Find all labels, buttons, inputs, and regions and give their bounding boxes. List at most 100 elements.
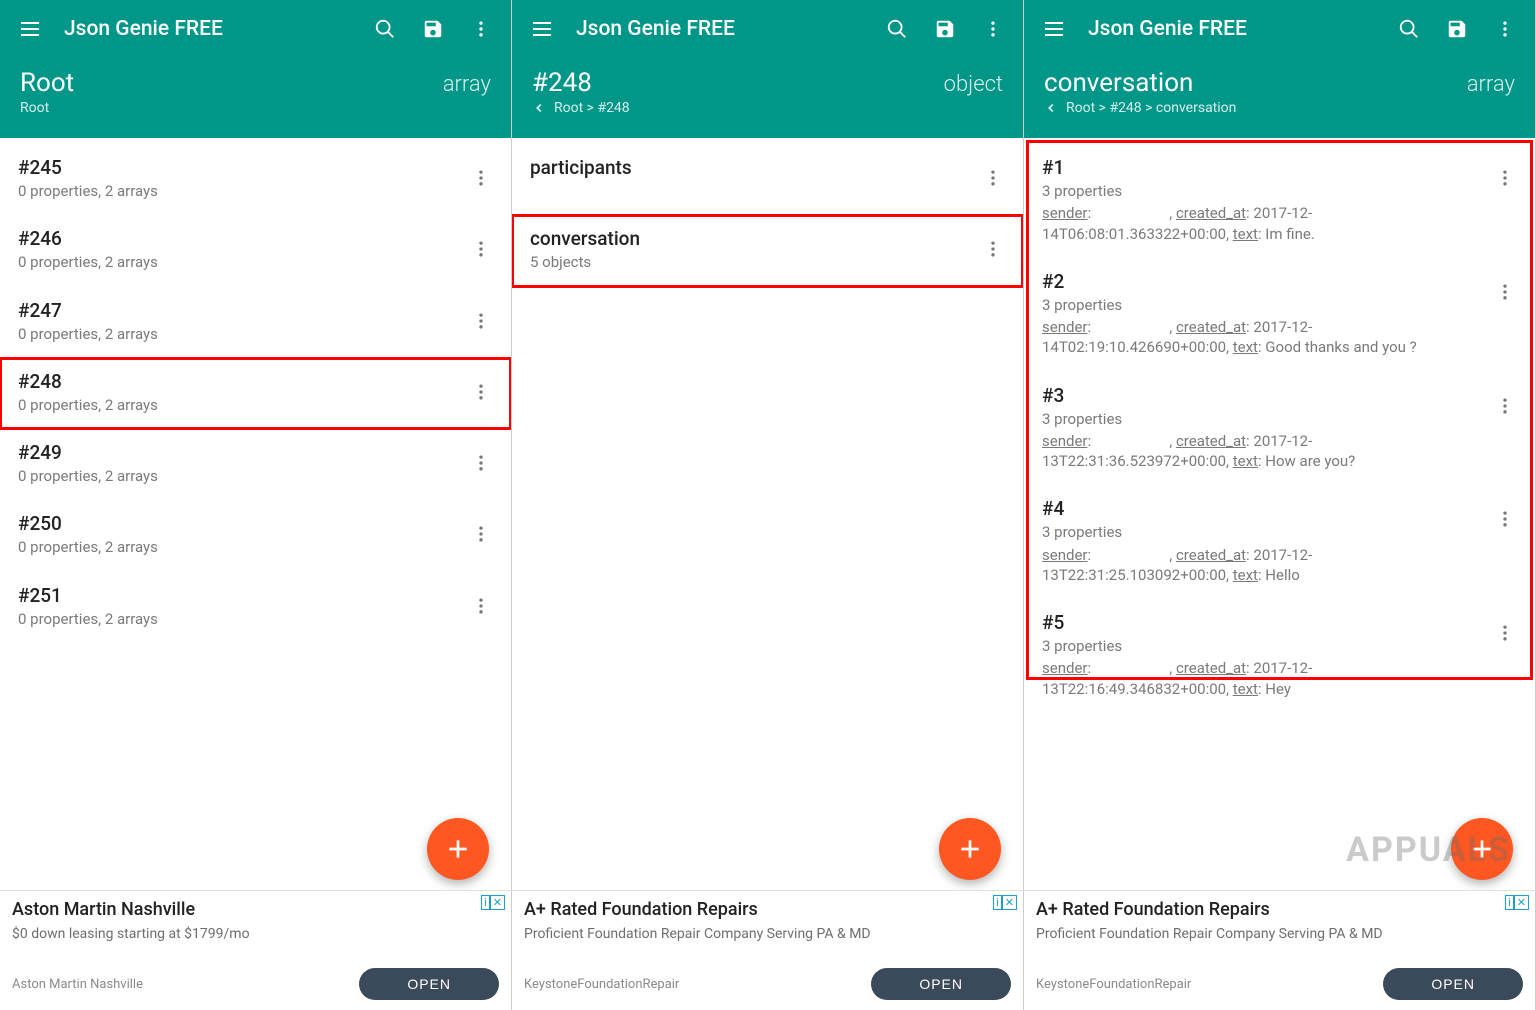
item-title: #2 [1042,270,1481,293]
list-item[interactable]: #249 0 properties, 2 arrays [0,429,511,500]
ad-banner[interactable]: i ✕ A+ Rated Foundation Repairs Proficie… [1024,890,1535,1010]
ad-open-button[interactable]: OPEN [359,968,499,1000]
item-title: participants [530,156,969,179]
screen-object: Json Genie FREE #248 object Root > #248 … [512,0,1024,1010]
item-more-icon[interactable] [1491,499,1519,539]
item-title: conversation [530,227,969,250]
item-title: #245 [18,156,457,179]
ad-brand: KeystoneFoundationRepair [1036,977,1373,992]
item-subtitle: 0 properties, 2 arrays [18,609,457,629]
list-item[interactable]: #250 0 properties, 2 arrays [0,500,511,571]
item-more-icon[interactable] [1491,272,1519,312]
overflow-icon[interactable] [971,7,1015,51]
ad-close-icon[interactable]: ✕ [490,895,505,910]
overflow-icon[interactable] [459,7,503,51]
item-more-icon[interactable] [467,372,495,412]
ad-title: A+ Rated Foundation Repairs [524,899,1011,920]
list-item[interactable]: #248 0 properties, 2 arrays [0,358,511,429]
save-icon[interactable] [1435,7,1479,51]
ad-info-icon[interactable]: i [1505,895,1514,910]
item-more-icon[interactable] [979,229,1007,269]
list-item[interactable]: #2 3 propertiessender: xxxxxxxxxx, creat… [1024,258,1535,372]
list-item[interactable]: #5 3 propertiessender: xxxxxxxxxx, creat… [1024,599,1535,713]
list-item[interactable]: #1 3 propertiessender: xxxxxxxxxx, creat… [1024,144,1535,258]
ad-banner[interactable]: i ✕ A+ Rated Foundation Repairs Proficie… [512,890,1023,1010]
back-icon[interactable] [1044,101,1058,115]
item-title: #249 [18,441,457,464]
ad-brand: KeystoneFoundationRepair [524,977,861,992]
list-item[interactable]: #4 3 propertiessender: xxxxxxxxxx, creat… [1024,485,1535,599]
item-more-icon[interactable] [467,443,495,483]
save-icon[interactable] [923,7,967,51]
item-more-icon[interactable] [1491,613,1519,653]
item-list: #1 3 propertiessender: xxxxxxxxxx, creat… [1024,138,1535,890]
item-more-icon[interactable] [467,229,495,269]
app-title: Json Genie FREE [1080,17,1383,41]
menu-icon[interactable] [520,7,564,51]
back-icon[interactable] [532,101,546,115]
item-subtitle: 0 properties, 2 arrays [18,466,457,486]
add-button[interactable] [427,818,489,880]
menu-icon[interactable] [1032,7,1076,51]
ad-badge[interactable]: i ✕ [1505,895,1529,910]
node-name: #248 [532,68,592,98]
item-detail: sender: xxxxxxxxxx, created_at: 2017-12-… [1042,317,1481,358]
ad-info-icon[interactable]: i [993,895,1002,910]
item-subtitle: 0 properties, 2 arrays [18,395,457,415]
ad-title: A+ Rated Foundation Repairs [1036,899,1523,920]
item-subtitle: 3 properties [1042,295,1481,315]
breadcrumb[interactable]: Root [20,100,491,116]
ad-open-button[interactable]: OPEN [1383,968,1523,1000]
item-subtitle: 0 properties, 2 arrays [18,181,457,201]
item-more-icon[interactable] [1491,158,1519,198]
menu-icon[interactable] [8,7,52,51]
item-subtitle: 3 properties [1042,181,1481,201]
item-title: #3 [1042,384,1481,407]
item-more-icon[interactable] [467,301,495,341]
overflow-icon[interactable] [1483,7,1527,51]
ad-close-icon[interactable]: ✕ [1514,895,1529,910]
item-subtitle: 3 properties [1042,636,1481,656]
item-detail: sender: xxxxxxxxxx, created_at: 2017-12-… [1042,431,1481,472]
breadcrumb[interactable]: Root > #248 [532,100,1003,116]
list-item[interactable]: participants xxxxxxxxxx, xxxxxxxxxx [512,144,1023,215]
search-icon[interactable] [1387,7,1431,51]
list-item[interactable]: #245 0 properties, 2 arrays [0,144,511,215]
search-icon[interactable] [363,7,407,51]
save-icon[interactable] [411,7,455,51]
breadcrumb[interactable]: Root > #248 > conversation [1044,100,1515,116]
breadcrumb-text: Root [20,100,49,116]
node-type: object [944,72,1003,97]
list-item[interactable]: #251 0 properties, 2 arrays [0,572,511,643]
search-icon[interactable] [875,7,919,51]
node-type: array [1467,72,1515,97]
ad-badge[interactable]: i ✕ [481,895,505,910]
ad-open-button[interactable]: OPEN [871,968,1011,1000]
item-title: #248 [18,370,457,393]
item-more-icon[interactable] [467,514,495,554]
item-more-icon[interactable] [979,158,1007,198]
list-item[interactable]: #3 3 propertiessender: xxxxxxxxxx, creat… [1024,372,1535,486]
item-title: #250 [18,512,457,535]
ad-close-icon[interactable]: ✕ [1002,895,1017,910]
item-title: #1 [1042,156,1481,179]
ad-subtitle: Proficient Foundation Repair Company Ser… [524,926,1011,942]
item-more-icon[interactable] [1491,386,1519,426]
ad-info-icon[interactable]: i [481,895,490,910]
list-item[interactable]: #247 0 properties, 2 arrays [0,287,511,358]
item-title: #251 [18,584,457,607]
item-more-icon[interactable] [467,158,495,198]
item-subtitle: 0 properties, 2 arrays [18,537,457,557]
node-name: Root [20,68,74,98]
add-button[interactable] [1451,818,1513,880]
app-title: Json Genie FREE [568,17,871,41]
list-item[interactable]: #246 0 properties, 2 arrays [0,215,511,286]
ad-brand: Aston Martin Nashville [12,977,349,992]
item-more-icon[interactable] [467,586,495,626]
add-button[interactable] [939,818,1001,880]
item-subtitle: 5 objects [530,252,969,272]
list-item[interactable]: conversation 5 objects [512,215,1023,286]
ad-banner[interactable]: i ✕ Aston Martin Nashville $0 down leasi… [0,890,511,1010]
ad-badge[interactable]: i ✕ [993,895,1017,910]
item-subtitle: 3 properties [1042,522,1481,542]
